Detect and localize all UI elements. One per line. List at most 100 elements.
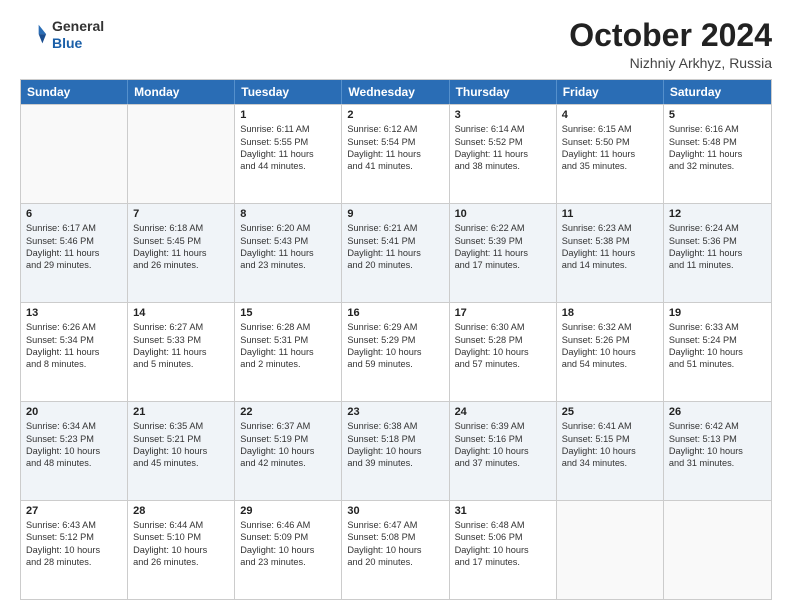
calendar-cell [557,501,664,599]
cell-line: Sunrise: 6:18 AM [133,222,229,234]
cell-line: Sunrise: 6:44 AM [133,519,229,531]
cell-line: Daylight: 11 hours [133,247,229,259]
cell-line: and 59 minutes. [347,358,443,370]
calendar-cell: 26 Sunrise: 6:42 AMSunset: 5:13 PMDayligh… [664,402,771,500]
cell-line: Sunset: 5:31 PM [240,334,336,346]
cell-line: Sunset: 5:13 PM [669,433,766,445]
cell-line: Sunrise: 6:16 AM [669,123,766,135]
calendar-cell: 1Sunrise: 6:11 AMSunset: 5:55 PMDaylight… [235,105,342,203]
cell-line: Sunrise: 6:24 AM [669,222,766,234]
weekday-header-saturday: Saturday [664,80,771,104]
cell-line: Sunrise: 6:22 AM [455,222,551,234]
cell-line: Sunrise: 6:47 AM [347,519,443,531]
cell-line: and 38 minutes. [455,160,551,172]
weekday-header-friday: Friday [557,80,664,104]
logo: General Blue [20,18,104,52]
cell-line: Daylight: 10 hours [455,544,551,556]
cell-line: Sunrise: 6:35 AM [133,420,229,432]
cell-line: and 20 minutes. [347,259,443,271]
cell-line: Sunset: 5:28 PM [455,334,551,346]
title-block: October 2024 Nizhniy Arkhyz, Russia [569,18,772,71]
calendar-header: SundayMondayTuesdayWednesdayThursdayFrid… [21,80,771,104]
cell-line: and 57 minutes. [455,358,551,370]
cell-line: Daylight: 10 hours [26,445,122,457]
cell-line: Daylight: 11 hours [133,346,229,358]
cell-line: Sunrise: 6:32 AM [562,321,658,333]
cell-line: Daylight: 11 hours [669,247,766,259]
cell-line: Daylight: 10 hours [26,544,122,556]
cell-line: Sunset: 5:16 PM [455,433,551,445]
cell-line: Daylight: 11 hours [562,148,658,160]
cell-line: Sunrise: 6:23 AM [562,222,658,234]
cell-line: and 5 minutes. [133,358,229,370]
cell-line: Sunrise: 6:38 AM [347,420,443,432]
day-number: 13 [26,307,122,319]
cell-line: Daylight: 10 hours [347,346,443,358]
weekday-header-tuesday: Tuesday [235,80,342,104]
cell-line: Sunset: 5:12 PM [26,531,122,543]
cell-line: Sunset: 5:33 PM [133,334,229,346]
cell-line: Sunrise: 6:14 AM [455,123,551,135]
calendar-cell: 22Sunrise: 6:37 AMSunset: 5:19 PMDayligh… [235,402,342,500]
cell-line: Daylight: 10 hours [133,544,229,556]
logo-icon [20,21,48,49]
day-number: 2 [347,109,443,121]
day-number: 5 [669,109,766,121]
cell-line: and 31 minutes. [669,457,766,469]
calendar-cell: 23Sunrise: 6:38 AMSunset: 5:18 PMDayligh… [342,402,449,500]
cell-line: and 48 minutes. [26,457,122,469]
location-subtitle: Nizhniy Arkhyz, Russia [569,55,772,71]
weekday-header-thursday: Thursday [450,80,557,104]
cell-line: Sunset: 5:38 PM [562,235,658,247]
calendar-cell: 30Sunrise: 6:47 AMSunset: 5:08 PMDayligh… [342,501,449,599]
day-number: 27 [26,505,122,517]
cell-line: Sunset: 5:50 PM [562,136,658,148]
cell-line: Sunset: 5:26 PM [562,334,658,346]
cell-line: Sunset: 5:34 PM [26,334,122,346]
cell-line: and 34 minutes. [562,457,658,469]
cell-line: Sunrise: 6:37 AM [240,420,336,432]
cell-line: Daylight: 11 hours [26,247,122,259]
cell-line: Sunset: 5:54 PM [347,136,443,148]
cell-line: Daylight: 11 hours [669,148,766,160]
cell-line: Sunset: 5:15 PM [562,433,658,445]
weekday-header-sunday: Sunday [21,80,128,104]
calendar-body: 1Sunrise: 6:11 AMSunset: 5:55 PMDaylight… [21,104,771,599]
calendar-cell: 7Sunrise: 6:18 AMSunset: 5:45 PMDaylight… [128,204,235,302]
cell-line: Sunset: 5:19 PM [240,433,336,445]
cell-line: and 54 minutes. [562,358,658,370]
cell-line: Sunrise: 6:42 AM [669,420,766,432]
day-number: 8 [240,208,336,220]
cell-line: Sunrise: 6:39 AM [455,420,551,432]
cell-line: Daylight: 11 hours [240,346,336,358]
weekday-header-wednesday: Wednesday [342,80,449,104]
calendar-row-4: 20Sunrise: 6:34 AMSunset: 5:23 PMDayligh… [21,401,771,500]
cell-line: and 8 minutes. [26,358,122,370]
calendar-cell [664,501,771,599]
day-number: 18 [562,307,658,319]
day-number: 6 [26,208,122,220]
cell-line: Daylight: 11 hours [347,148,443,160]
cell-line: and 45 minutes. [133,457,229,469]
cell-line: Daylight: 10 hours [669,445,766,457]
cell-line: Sunrise: 6:48 AM [455,519,551,531]
calendar-row-5: 27Sunrise: 6:43 AMSunset: 5:12 PMDayligh… [21,500,771,599]
cell-line: Daylight: 11 hours [347,247,443,259]
cell-line: Daylight: 10 hours [240,544,336,556]
cell-line: and 26 minutes. [133,556,229,568]
cell-line: Sunrise: 6:34 AM [26,420,122,432]
cell-line: and 26 minutes. [133,259,229,271]
day-number: 22 [240,406,336,418]
cell-line: and 41 minutes. [347,160,443,172]
cell-line: Sunrise: 6:41 AM [562,420,658,432]
cell-line: and 20 minutes. [347,556,443,568]
day-number: 28 [133,505,229,517]
calendar-cell: 9Sunrise: 6:21 AMSunset: 5:41 PMDaylight… [342,204,449,302]
day-number: 26 [669,406,766,418]
cell-line: Sunset: 5:09 PM [240,531,336,543]
calendar-cell: 6Sunrise: 6:17 AMSunset: 5:46 PMDaylight… [21,204,128,302]
day-number: 10 [455,208,551,220]
calendar-cell: 5Sunrise: 6:16 AMSunset: 5:48 PMDaylight… [664,105,771,203]
calendar-row-3: 13Sunrise: 6:26 AMSunset: 5:34 PMDayligh… [21,302,771,401]
cell-line: Sunrise: 6:21 AM [347,222,443,234]
